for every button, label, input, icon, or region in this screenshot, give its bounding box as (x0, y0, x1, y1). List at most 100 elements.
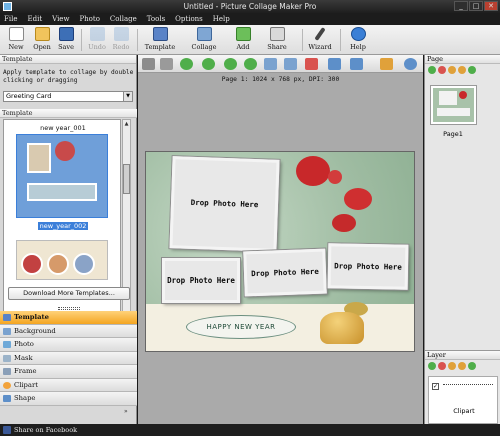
rotate-right-icon[interactable] (284, 58, 297, 70)
layer-refresh-icon[interactable] (468, 362, 476, 370)
category-select[interactable]: Greeting Card ▼ (3, 91, 133, 102)
photo-frame[interactable]: Drop Photo Here (169, 156, 280, 252)
download-more-templates-button[interactable]: Download More Templates... (8, 287, 130, 300)
move-page-up-icon[interactable] (448, 66, 456, 74)
scroll-thumb[interactable] (123, 164, 130, 194)
clipart-tab-icon (3, 381, 11, 389)
frame-tab-icon (3, 368, 11, 375)
rotate-left-icon[interactable] (264, 58, 277, 70)
tab-clipart[interactable]: Clipart (0, 378, 137, 392)
menu-photo[interactable]: Photo (79, 15, 99, 23)
tab-shape[interactable]: Shape (0, 392, 137, 406)
photo-frame[interactable]: Drop Photo Here (327, 243, 409, 290)
tab-template[interactable]: Template (0, 311, 137, 325)
drop-photo-label: Drop Photo Here (334, 261, 402, 272)
page-info: Page 1: 1024 x 768 px, DPI: 300 (221, 76, 340, 83)
thumbnail-frame (437, 108, 470, 116)
minimize-button[interactable]: _ (454, 1, 468, 11)
menu-tools[interactable]: Tools (147, 15, 165, 23)
canvas-area: Page 1: 1024 x 768 px, DPI: 300 Drop Pho… (138, 55, 423, 424)
collage-icon (196, 27, 212, 41)
undo-button[interactable]: Undo (84, 27, 110, 54)
distribute-icon[interactable] (350, 58, 363, 70)
more-categories-icon[interactable]: » (124, 408, 128, 415)
drop-photo-label: Drop Photo Here (250, 266, 319, 279)
save-button[interactable]: Save (53, 27, 79, 54)
layer-delete-icon[interactable] (438, 362, 446, 370)
move-down-icon[interactable] (202, 58, 215, 70)
menu-collage[interactable]: Collage (110, 15, 137, 23)
bring-front-icon[interactable] (224, 58, 237, 70)
crop-icon[interactable] (160, 58, 173, 70)
photo-frame[interactable]: Drop Photo Here (162, 258, 240, 303)
maximize-button[interactable]: □ (469, 1, 483, 11)
layer-up-icon[interactable] (448, 362, 456, 370)
folder-icon (34, 27, 50, 41)
layer-list: ✓ Clipart (428, 376, 498, 424)
toolbar-separator (340, 29, 341, 51)
move-up-icon[interactable] (180, 58, 193, 70)
layer-add-icon[interactable] (428, 362, 436, 370)
chevron-down-icon[interactable]: ▼ (123, 92, 132, 101)
main-toolbar: New Open Save Undo Redo Template Collage… (0, 25, 500, 55)
layer-item-label[interactable]: Clipart (429, 407, 499, 415)
new-button[interactable]: New (3, 27, 29, 54)
menu-help[interactable]: Help (213, 15, 230, 23)
menu-view[interactable]: View (52, 15, 69, 23)
template-thumbnail-selected[interactable] (16, 134, 108, 218)
menu-file[interactable]: File (4, 15, 17, 23)
tab-photo[interactable]: Photo (0, 338, 137, 352)
poinsettia-icon (55, 141, 75, 161)
fit-page-icon[interactable] (404, 58, 417, 70)
share-facebook-link[interactable]: Share on Facebook (14, 426, 77, 434)
tab-frame[interactable]: Frame (0, 365, 137, 379)
window-controls: _ □ ✕ (454, 1, 498, 11)
background-tab-icon (3, 327, 11, 335)
delete-page-icon[interactable] (438, 66, 446, 74)
layer-down-icon[interactable] (458, 362, 466, 370)
photo-frame[interactable]: Drop Photo Here (243, 248, 327, 297)
refresh-icon[interactable] (468, 66, 476, 74)
page-caption: Page1 (443, 130, 463, 138)
menu-options[interactable]: Options (175, 15, 203, 23)
template-button[interactable]: Template (144, 27, 176, 54)
layer-visibility-checkbox[interactable]: ✓ (432, 383, 439, 390)
template-tab-icon (3, 314, 11, 321)
menu-edit[interactable]: Edit (27, 15, 42, 23)
toolbar-separator (137, 29, 138, 51)
photo-tab-icon (3, 341, 11, 348)
facebook-icon[interactable] (3, 426, 11, 434)
tab-background[interactable]: Background (0, 324, 137, 338)
add-page-icon[interactable] (428, 66, 436, 74)
share-button[interactable]: Share (264, 27, 290, 54)
template-list: new year_001 new_year_002 (3, 119, 121, 339)
template-thumbnail[interactable] (16, 240, 108, 280)
scroll-up-icon[interactable]: ▲ (123, 120, 130, 128)
open-button[interactable]: Open (29, 27, 55, 54)
poinsettia-icon (344, 188, 372, 210)
page-thumbnail-preview (433, 88, 474, 122)
zoom-icon[interactable] (380, 58, 393, 70)
page-thumbnail[interactable] (430, 85, 477, 125)
collage-button[interactable]: Collage (188, 27, 220, 54)
template-photo-slot (73, 253, 95, 275)
clipart-layer-preview (443, 384, 493, 388)
panel-resize-grip[interactable] (58, 307, 80, 310)
send-back-icon[interactable] (244, 58, 257, 70)
move-page-down-icon[interactable] (458, 66, 466, 74)
right-panel: Page Page1 Layer ✓ Clipart (424, 55, 500, 424)
delete-icon[interactable] (305, 58, 318, 70)
wizard-button[interactable]: Wizard (306, 27, 334, 54)
stamp-icon[interactable] (142, 58, 155, 70)
add-button[interactable]: Add (230, 27, 256, 54)
redo-button[interactable]: Redo (108, 27, 134, 54)
greeting-banner: HAPPY NEW YEAR (186, 315, 296, 339)
align-icon[interactable] (328, 58, 341, 70)
drop-photo-label: Drop Photo Here (190, 197, 259, 210)
help-button[interactable]: Help (345, 27, 371, 54)
layer-actions (425, 360, 500, 372)
close-button[interactable]: ✕ (484, 1, 498, 11)
tab-mask[interactable]: Mask (0, 351, 137, 365)
collage-canvas[interactable]: Drop Photo Here Drop Photo Here Drop Pho… (145, 151, 415, 352)
template-scrollbar[interactable]: ▲ ▼ (122, 119, 131, 339)
